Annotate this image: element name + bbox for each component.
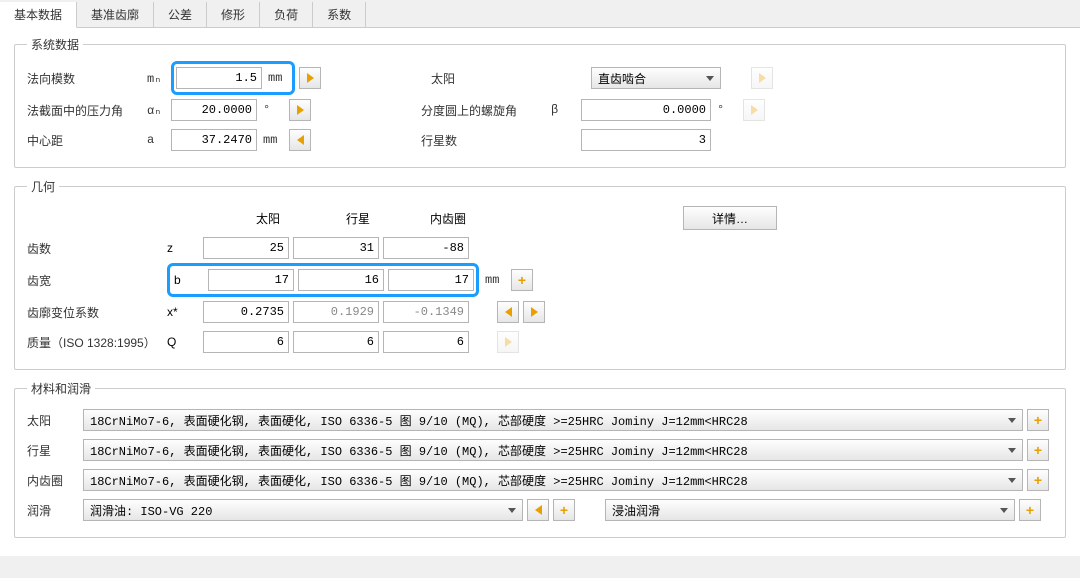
system-data-legend: 系统数据 xyxy=(27,36,83,53)
face-width-ring-input[interactable] xyxy=(388,269,474,291)
face-width-plus-icon[interactable]: + xyxy=(511,269,533,291)
face-width-label: 齿宽 xyxy=(27,272,167,289)
lubrication-plus-icon[interactable]: + xyxy=(553,499,575,521)
pressure-angle-symbol: αₙ xyxy=(147,103,171,118)
arrow-right-icon xyxy=(531,307,538,317)
system-data-group: 系统数据 法向模数 mₙ mm 太阳 直齿啮合 法截面中的压力角 αₙ ° 分度… xyxy=(14,36,1066,168)
helix-angle-input[interactable] xyxy=(581,99,711,121)
tab-factors[interactable]: 系数 xyxy=(313,2,366,27)
quality-planet-input[interactable] xyxy=(293,331,379,353)
lubrication-method-plus-icon[interactable]: + xyxy=(1019,499,1041,521)
arrow-left-icon xyxy=(535,505,542,515)
tooth-count-symbol: z xyxy=(167,241,203,255)
material-legend: 材料和润滑 xyxy=(27,380,95,397)
material-planet-select[interactable]: 18CrNiMo7-6, 表面硬化钢, 表面硬化, ISO 6336-5 图 9… xyxy=(83,439,1023,461)
arrow-left-icon xyxy=(505,307,512,317)
pressure-angle-action-icon[interactable] xyxy=(289,99,311,121)
arrow-left-icon xyxy=(297,135,304,145)
arrow-right-icon xyxy=(505,337,512,347)
face-width-sun-input[interactable] xyxy=(208,269,294,291)
arrow-right-icon xyxy=(759,73,766,83)
sun-type-label: 太阳 xyxy=(431,70,491,87)
helix-angle-symbol: β xyxy=(551,103,581,117)
tab-bar: 基本数据 基准齿廓 公差 修形 负荷 系数 xyxy=(0,0,1080,28)
face-width-planet-input[interactable] xyxy=(298,269,384,291)
quality-sun-input[interactable] xyxy=(203,331,289,353)
material-planet-plus-icon[interactable]: + xyxy=(1027,439,1049,461)
lubrication-select[interactable]: 润滑油: ISO-VG 220 xyxy=(83,499,523,521)
col-header-sun: 太阳 xyxy=(223,210,313,227)
normal-module-label: 法向模数 xyxy=(27,70,147,87)
center-distance-action-icon[interactable] xyxy=(289,129,311,151)
material-ring-label: 内齿圈 xyxy=(27,472,83,489)
pressure-angle-unit: ° xyxy=(263,103,285,117)
helix-angle-action-icon xyxy=(743,99,765,121)
tab-basic-data[interactable]: 基本数据 xyxy=(0,2,77,28)
normal-module-input[interactable] xyxy=(176,67,262,89)
quality-symbol: Q xyxy=(167,335,203,349)
lubrication-back-icon[interactable] xyxy=(527,499,549,521)
lubrication-method-select[interactable]: 浸油润滑 xyxy=(605,499,1015,521)
tab-tolerance[interactable]: 公差 xyxy=(154,2,207,27)
arrow-right-icon xyxy=(297,105,304,115)
col-header-ring: 内齿圈 xyxy=(403,210,493,227)
planet-count-label: 行星数 xyxy=(421,132,551,149)
material-ring-select[interactable]: 18CrNiMo7-6, 表面硬化钢, 表面硬化, ISO 6336-5 图 9… xyxy=(83,469,1023,491)
sun-type-select[interactable]: 直齿啮合 xyxy=(591,67,721,89)
plus-icon: + xyxy=(1026,503,1034,517)
face-width-unit: mm xyxy=(485,273,507,287)
profile-shift-planet-input[interactable] xyxy=(293,301,379,323)
quality-label: 质量（ISO 1328:1995） xyxy=(27,334,167,351)
highlight-face-width: b xyxy=(167,263,479,297)
center-distance-label: 中心距 xyxy=(27,132,147,149)
tooth-count-ring-input[interactable] xyxy=(383,237,469,259)
center-distance-unit: mm xyxy=(263,133,285,147)
tab-modification[interactable]: 修形 xyxy=(207,2,260,27)
material-sun-label: 太阳 xyxy=(27,412,83,429)
normal-module-symbol: mₙ xyxy=(147,71,171,86)
profile-shift-symbol: x* xyxy=(167,305,203,319)
pressure-angle-input[interactable] xyxy=(171,99,257,121)
tab-base-profile[interactable]: 基准齿廓 xyxy=(77,2,154,27)
tooth-count-sun-input[interactable] xyxy=(203,237,289,259)
tooth-count-planet-input[interactable] xyxy=(293,237,379,259)
center-distance-symbol: a xyxy=(147,133,171,147)
arrow-right-icon xyxy=(307,73,314,83)
material-ring-plus-icon[interactable]: + xyxy=(1027,469,1049,491)
geometry-legend: 几何 xyxy=(27,178,59,195)
material-group: 材料和润滑 太阳 18CrNiMo7-6, 表面硬化钢, 表面硬化, ISO 6… xyxy=(14,380,1066,538)
normal-module-action-icon[interactable] xyxy=(299,67,321,89)
face-width-symbol: b xyxy=(174,273,204,287)
col-header-planet: 行星 xyxy=(313,210,403,227)
geometry-group: 几何 太阳 行星 内齿圈 详情… 齿数 z 齿宽 b mm + 齿廓变位系数 x… xyxy=(14,178,1066,370)
arrow-right-icon xyxy=(751,105,758,115)
helix-angle-label: 分度圆上的螺旋角 xyxy=(421,102,551,119)
center-distance-input[interactable] xyxy=(171,129,257,151)
profile-shift-label: 齿廓变位系数 xyxy=(27,304,167,321)
pressure-angle-label: 法截面中的压力角 xyxy=(27,102,147,119)
material-sun-plus-icon[interactable]: + xyxy=(1027,409,1049,431)
tooth-count-label: 齿数 xyxy=(27,240,167,257)
lubrication-label: 润滑 xyxy=(27,502,83,519)
plus-icon: + xyxy=(560,503,568,517)
normal-module-unit: mm xyxy=(268,71,290,85)
plus-icon: + xyxy=(1034,413,1042,427)
highlight-normal-module: mm xyxy=(171,61,295,95)
profile-shift-back-icon[interactable] xyxy=(497,301,519,323)
profile-shift-sun-input[interactable] xyxy=(203,301,289,323)
details-button[interactable]: 详情… xyxy=(683,206,777,230)
plus-icon: + xyxy=(1034,443,1042,457)
quality-action-icon xyxy=(497,331,519,353)
material-planet-label: 行星 xyxy=(27,442,83,459)
tab-load[interactable]: 负荷 xyxy=(260,2,313,27)
quality-ring-input[interactable] xyxy=(383,331,469,353)
sun-type-action-icon xyxy=(751,67,773,89)
planet-count-input[interactable] xyxy=(581,129,711,151)
material-sun-select[interactable]: 18CrNiMo7-6, 表面硬化钢, 表面硬化, ISO 6336-5 图 9… xyxy=(83,409,1023,431)
profile-shift-fwd-icon[interactable] xyxy=(523,301,545,323)
helix-angle-unit: ° xyxy=(717,103,739,117)
plus-icon: + xyxy=(518,273,526,287)
plus-icon: + xyxy=(1034,473,1042,487)
profile-shift-ring-input[interactable] xyxy=(383,301,469,323)
